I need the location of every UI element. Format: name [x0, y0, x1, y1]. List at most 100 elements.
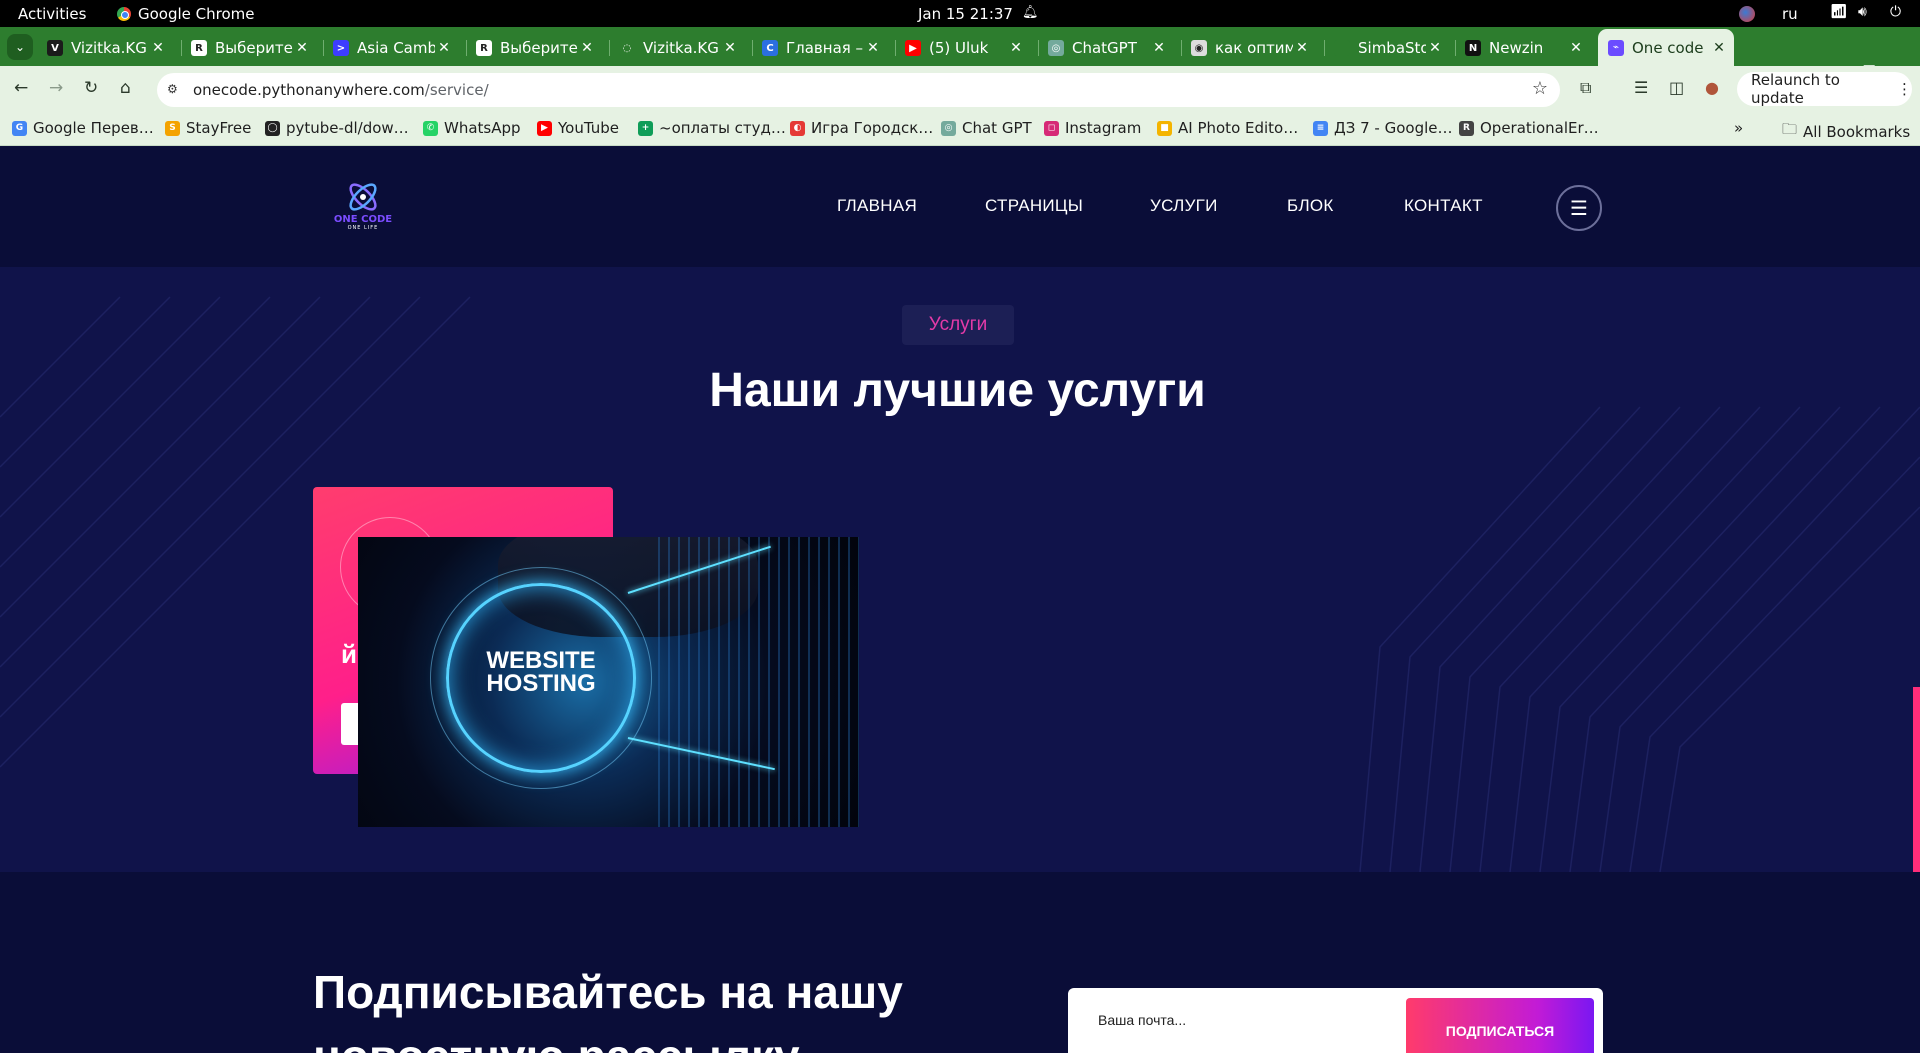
browser-tab[interactable]: ◉ как оптим ✕ — [1181, 32, 1317, 64]
reload-icon[interactable]: ↻ — [84, 78, 98, 98]
bookmark-item[interactable]: ◎ Chat GPT — [941, 119, 1032, 137]
reading-list-icon[interactable]: ☰ — [1634, 78, 1648, 97]
tab-close-icon[interactable]: ✕ — [1426, 40, 1444, 56]
tab-close-icon[interactable]: ✕ — [1567, 40, 1585, 56]
atom-logo-icon — [349, 183, 377, 211]
more-menu-icon[interactable]: ⋮ — [1897, 80, 1912, 98]
power-icon[interactable]: ⏻ — [1890, 4, 1901, 20]
browser-tab[interactable]: ◎ ChatGPT ✕ — [1038, 32, 1174, 64]
browser-tab[interactable]: > Asia Camb ✕ — [323, 32, 459, 64]
tab-title: (5) Uluk — [929, 39, 989, 57]
relaunch-button[interactable]: Relaunch to update ⋮ — [1737, 71, 1912, 107]
folder-icon: 🗀 — [1782, 120, 1798, 138]
section-title: Наши лучшие услуги — [709, 364, 1206, 417]
keyboard-layout[interactable]: ru — [1782, 5, 1798, 23]
profile-avatar[interactable]: ● — [1705, 78, 1719, 97]
image-caption: WEBSITE HOSTING — [446, 647, 636, 696]
browser-tab[interactable]: ◌ Vizitka.KG ✕ — [609, 32, 745, 64]
logo-text: ONE CODE — [333, 214, 393, 225]
bookmark-item[interactable]: ≡ ДЗ 7 - Google… — [1313, 119, 1453, 137]
address-bar[interactable]: ⚙ onecode.pythonanywhere.com/service/ ☆ — [157, 73, 1560, 107]
browser-tab[interactable]: ⌁ One code ✕ — [1598, 29, 1734, 66]
tab-close-icon[interactable]: ✕ — [864, 40, 882, 56]
url-text[interactable]: onecode.pythonanywhere.com/service/ — [193, 81, 489, 99]
bookmark-item[interactable]: ■ AI Photo Edito… — [1157, 119, 1298, 137]
tab-favicon-icon — [1334, 40, 1350, 56]
bookmark-label: Instagram — [1065, 119, 1142, 137]
page-scrollbar[interactable] — [1913, 687, 1920, 872]
nav-home[interactable]: ГЛАВНАЯ — [837, 196, 917, 216]
tab-title: Vizitka.KG — [71, 39, 147, 57]
all-bookmarks-button[interactable]: 🗀 All Bookmarks — [1782, 119, 1910, 144]
tab-close-icon[interactable]: ✕ — [1150, 40, 1168, 56]
bookmark-favicon-icon: ◻ — [1044, 120, 1059, 136]
site-info-icon[interactable]: ⚙ — [167, 82, 178, 96]
app-menu[interactable]: Google Chrome — [117, 5, 255, 23]
tab-title: Newzin — [1489, 39, 1544, 57]
home-icon[interactable]: ⌂ — [120, 78, 131, 98]
bookmark-item[interactable]: ▶ YouTube — [537, 119, 619, 137]
subscribe-button[interactable]: ПОДПИСАТЬСЯ — [1406, 998, 1594, 1053]
bookmark-favicon-icon: ◐ — [790, 120, 805, 136]
tab-close-icon[interactable]: ✕ — [721, 40, 739, 56]
all-bookmarks-label: All Bookmarks — [1803, 122, 1911, 141]
browser-tab[interactable]: ▶ (5) Uluk ✕ — [895, 32, 1031, 64]
site-logo[interactable]: ONE CODE ONE LIFE — [332, 179, 394, 237]
email-field[interactable] — [1098, 1012, 1398, 1028]
clock[interactable]: Jan 15 21:37 — [918, 5, 1013, 23]
bookmark-item[interactable]: R OperationalEr… — [1459, 119, 1599, 137]
back-icon[interactable]: ← — [14, 78, 28, 98]
nav-pages[interactable]: СТРАНИЦЫ — [985, 196, 1083, 216]
hamburger-menu-icon[interactable]: ☰ — [1556, 185, 1602, 231]
browser-tab[interactable]: C Главная – ✕ — [752, 32, 888, 64]
tab-close-icon[interactable]: ✕ — [149, 40, 167, 56]
tab-title: Выберите — [215, 39, 293, 57]
browser-tab[interactable]: N Newzin ✕ — [1455, 32, 1591, 64]
tab-close-icon[interactable]: ✕ — [435, 40, 453, 56]
side-panel-icon[interactable]: ◫ — [1669, 78, 1684, 97]
nav-contact[interactable]: КОНТАКТ — [1404, 196, 1483, 216]
bookmark-label: Chat GPT — [962, 119, 1032, 137]
bookmark-label: YouTube — [558, 119, 619, 137]
browser-tab[interactable]: V Vizitka.KG ✕ — [37, 32, 173, 64]
tab-close-icon[interactable]: ✕ — [1293, 40, 1311, 56]
tab-close-icon[interactable]: ✕ — [1710, 40, 1728, 56]
bookmark-label: ~оплаты студ… — [659, 119, 786, 137]
forward-icon[interactable]: → — [49, 78, 63, 98]
bookmark-star-icon[interactable]: ☆ — [1532, 78, 1548, 99]
bookmark-label: pytube-dl/dow… — [286, 119, 409, 137]
website-hosting-image: WEBSITE HOSTING — [358, 537, 859, 827]
tab-search-button[interactable]: ⌄ — [7, 34, 33, 60]
image-caption-line1: WEBSITE — [486, 647, 596, 674]
browser-tab[interactable]: R Выберите ✕ — [181, 32, 317, 64]
tab-favicon-icon: ◌ — [619, 40, 635, 56]
volume-icon[interactable]: 🔊︎ — [1858, 4, 1867, 20]
tab-close-icon[interactable]: ✕ — [578, 40, 596, 56]
nav-blog[interactable]: БЛОК — [1287, 196, 1334, 216]
bookmark-item[interactable]: ✆ WhatsApp — [423, 119, 521, 137]
decorative-lines — [0, 296, 1920, 872]
bookmark-item[interactable]: S StayFree — [165, 119, 251, 137]
tab-favicon-icon: > — [333, 40, 349, 56]
bookmark-item[interactable]: ◯ pytube-dl/dow… — [265, 119, 409, 137]
bookmarks-overflow-icon[interactable]: » — [1734, 119, 1743, 137]
chrome-icon — [117, 7, 131, 21]
activities-button[interactable]: Activities — [18, 5, 86, 23]
tab-close-icon[interactable]: ✕ — [293, 40, 311, 56]
tab-title: Выберите — [500, 39, 578, 57]
bookmark-label: AI Photo Edito… — [1178, 119, 1299, 137]
app-indicator-icon[interactable] — [1739, 6, 1755, 22]
bookmark-item[interactable]: + ~оплаты студ… — [638, 119, 786, 137]
tab-favicon-icon: ◎ — [1048, 40, 1064, 56]
browser-tab[interactable]: R Выберите ✕ — [466, 32, 602, 64]
wifi-icon[interactable]: 📶︎ — [1830, 4, 1848, 20]
browser-tab[interactable]: SimbaStor✕ — [1324, 32, 1450, 64]
nav-services[interactable]: УСЛУГИ — [1150, 196, 1218, 216]
tab-favicon-icon: ◉ — [1191, 40, 1207, 56]
tab-close-icon[interactable]: ✕ — [1007, 40, 1025, 56]
extensions-icon[interactable]: ⧉ — [1580, 78, 1591, 98]
bookmark-item[interactable]: ◐ Игра Городск… — [790, 119, 933, 137]
bookmark-item[interactable]: G Google Перев… — [12, 119, 154, 137]
bookmark-item[interactable]: ◻ Instagram — [1044, 119, 1141, 137]
tab-strip: ⌄ V Vizitka.KG ✕ R Выберите ✕ > Asia Camb ✕ R Выбе… — [0, 27, 1920, 87]
